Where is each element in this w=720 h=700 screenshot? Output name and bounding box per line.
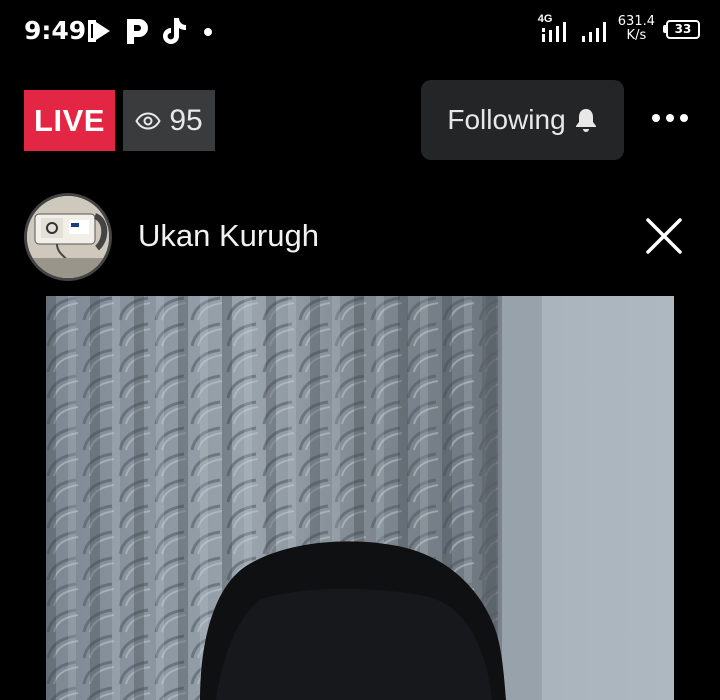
bluesky-like-icon [88, 20, 110, 42]
status-time: 9:49 [24, 16, 87, 45]
following-label: Following [447, 104, 566, 135]
speed-value: 631.4 [617, 14, 655, 29]
network-type: 4G [537, 13, 553, 25]
avatar[interactable] [24, 193, 112, 281]
speed-unit: K/s [626, 28, 647, 43]
signal-icon-secondary [581, 22, 606, 42]
status-right: 4G 631.4 K/s 33 [538, 14, 700, 44]
following-button[interactable]: Following [421, 80, 624, 160]
bell-icon [575, 109, 596, 132]
dot-icon [204, 28, 212, 36]
viewer-count-badge: 95 [123, 90, 215, 151]
status-app-icons [84, 16, 218, 46]
close-icon[interactable] [640, 212, 688, 260]
viewer-count: 95 [169, 103, 203, 137]
live-video[interactable] [46, 296, 674, 700]
battery-icon: 33 [663, 19, 700, 39]
more-options-icon[interactable] [646, 103, 694, 133]
network-speed: 631.4 K/s [618, 15, 655, 43]
battery-level: 33 [666, 19, 700, 39]
status-bar: 9:49 4G 631.4 K/s 33 [0, 0, 720, 66]
tiktok-icon [163, 18, 186, 44]
p-icon [127, 19, 148, 44]
eye-icon [135, 111, 161, 130]
live-badge: LIVE [24, 90, 115, 151]
signal-icon-primary: 4G [538, 14, 572, 44]
author-name[interactable]: Ukan Kurugh [138, 218, 319, 254]
